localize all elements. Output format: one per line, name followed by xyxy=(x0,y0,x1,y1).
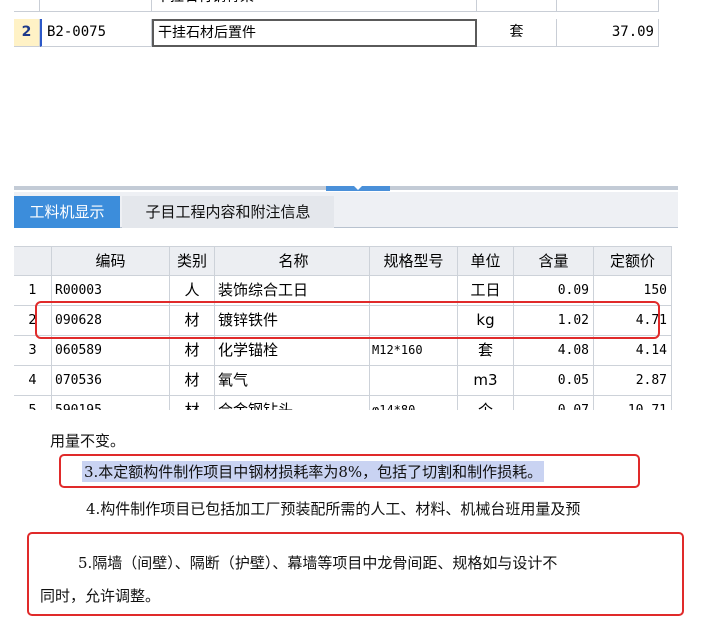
quota-row-selected[interactable]: 2 B2-0075 干挂石材后置件 套 37.09 xyxy=(14,19,664,47)
detail-tab-bar: 工料机显示 子目工程内容和附注信息 xyxy=(14,192,678,228)
table-header: 编码 类别 名称 规格型号 单位 含量 定额价 xyxy=(14,246,672,276)
panel-splitter[interactable] xyxy=(14,186,678,191)
table-row[interactable]: 3 060589 材 化学锚栓 M12*160 套 4.08 4.14 xyxy=(14,336,672,366)
name-cell[interactable]: 合金钢钻头 xyxy=(215,396,370,410)
unit-cell[interactable]: m3 xyxy=(458,366,514,396)
type-cell[interactable]: 材 xyxy=(170,366,215,396)
spec-cell[interactable]: φ14*80 xyxy=(370,396,458,410)
header-type[interactable]: 类别 xyxy=(170,246,215,276)
spec-cell[interactable] xyxy=(370,366,458,396)
row-index xyxy=(14,0,40,12)
header-qty[interactable]: 含量 xyxy=(514,246,594,276)
price-cell[interactable]: 2.87 xyxy=(594,366,672,396)
quota-row[interactable]: 干挂石材钢骨架 xyxy=(14,0,664,12)
quota-unit-cell[interactable] xyxy=(477,0,557,12)
table-row[interactable]: 5 590195 材 合金钢钻头 φ14*80 个 0.07 10.71 xyxy=(14,396,672,410)
name-cell[interactable]: 氧气 xyxy=(215,366,370,396)
qty-cell[interactable]: 4.08 xyxy=(514,336,594,366)
quota-name-cell[interactable]: 干挂石材钢骨架 xyxy=(152,0,477,12)
row-index: 5 xyxy=(14,396,52,410)
code-cell[interactable]: 590195 xyxy=(52,396,170,410)
code-cell[interactable]: 070536 xyxy=(52,366,170,396)
quota-code-cell[interactable] xyxy=(40,0,152,12)
header-code[interactable]: 编码 xyxy=(52,246,170,276)
doc-note-3: 3.本定额构件制作项目中钢材损耗率为8%，包括了切割和制作损耗。 xyxy=(82,461,545,482)
code-cell[interactable]: 060589 xyxy=(52,336,170,366)
header-spec[interactable]: 规格型号 xyxy=(370,246,458,276)
quota-unit-cell[interactable]: 套 xyxy=(477,19,557,47)
spec-cell[interactable]: M12*160 xyxy=(370,336,458,366)
row-index: 3 xyxy=(14,336,52,366)
row-index: 4 xyxy=(14,366,52,396)
collapse-arrow-icon[interactable] xyxy=(326,186,390,191)
quota-grid: 干挂石材钢骨架 2 B2-0075 干挂石材后置件 套 37.09 xyxy=(14,0,678,190)
header-name[interactable]: 名称 xyxy=(215,246,370,276)
row-index: 2 xyxy=(14,19,40,47)
header-price[interactable]: 定额价 xyxy=(594,246,672,276)
tab-sub-items-notes[interactable]: 子目工程内容和附注信息 xyxy=(122,196,334,228)
qty-cell[interactable]: 0.05 xyxy=(514,366,594,396)
quota-qty-cell[interactable] xyxy=(557,0,659,12)
name-cell[interactable]: 化学锚栓 xyxy=(215,336,370,366)
header-unit[interactable]: 单位 xyxy=(458,246,514,276)
price-cell[interactable]: 4.14 xyxy=(594,336,672,366)
quota-code-cell[interactable]: B2-0075 xyxy=(40,19,152,47)
unit-cell[interactable]: 个 xyxy=(458,396,514,410)
doc-text-line: 用量不变。 xyxy=(50,432,126,450)
unit-cell[interactable]: 套 xyxy=(458,336,514,366)
doc-note-5-line2: 同时，允许调整。 xyxy=(40,587,161,605)
table-row[interactable]: 4 070536 材 氧气 m3 0.05 2.87 xyxy=(14,366,672,396)
doc-note-4: 4.构件制作项目已包括加工厂预装配所需的人工、材料、机械台班用量及预 xyxy=(86,500,581,518)
row-highlight-box xyxy=(35,301,660,339)
qty-cell[interactable]: 0.07 xyxy=(514,396,594,410)
header-index xyxy=(14,246,52,276)
doc-note-5-line1: 5.隔墙（间壁）、隔断（护壁）、幕墙等项目中龙骨间距、规格如与设计不 xyxy=(78,554,558,572)
type-cell[interactable]: 材 xyxy=(170,396,215,410)
tab-labor-material-machine[interactable]: 工料机显示 xyxy=(14,196,120,228)
quota-name-cell[interactable]: 干挂石材后置件 xyxy=(152,19,477,47)
type-cell[interactable]: 材 xyxy=(170,336,215,366)
quota-qty-cell[interactable]: 37.09 xyxy=(557,19,659,47)
price-cell[interactable]: 10.71 xyxy=(594,396,672,410)
